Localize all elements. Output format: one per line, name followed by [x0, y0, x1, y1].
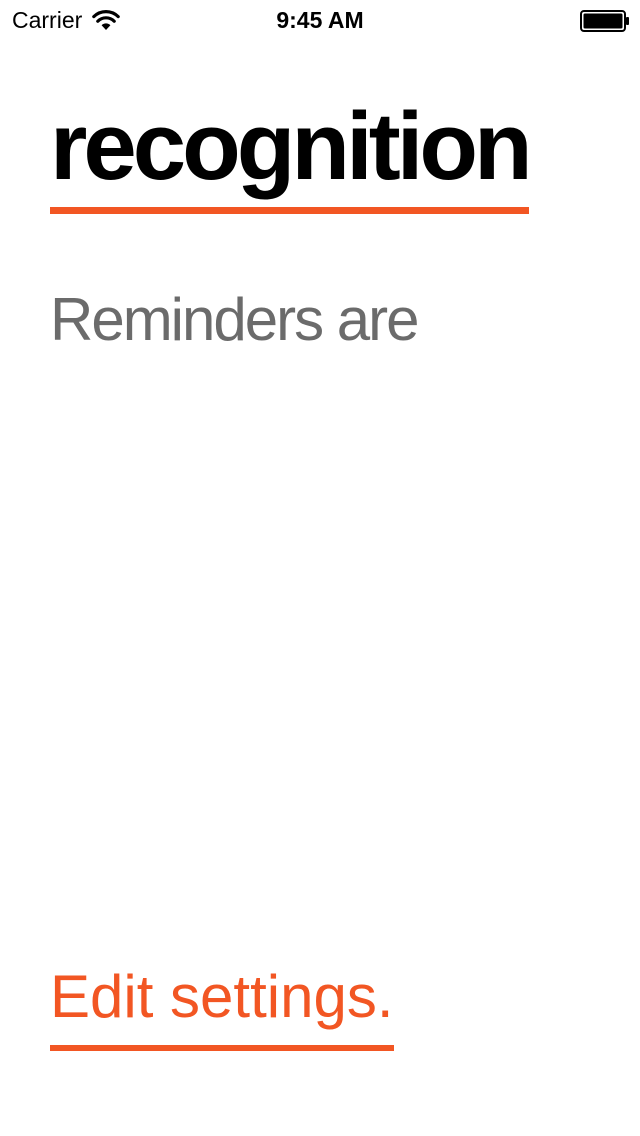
page-title: recognition — [50, 95, 533, 214]
edit-settings-link[interactable]: Edit settings. — [50, 957, 394, 1051]
title-block: recognition — [50, 95, 533, 214]
status-time: 9:45 AM — [276, 7, 364, 33]
status-bar: Carrier 9:45 AM — [0, 0, 640, 40]
battery-level-fill — [583, 13, 623, 29]
reminder-message: Reminders are — [50, 286, 419, 353]
battery-icon — [580, 10, 629, 32]
